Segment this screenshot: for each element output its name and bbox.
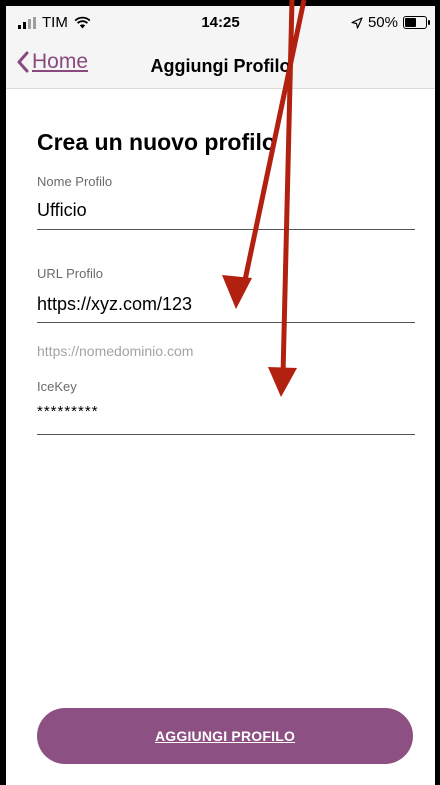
icekey-label: IceKey — [37, 379, 77, 394]
add-profile-button[interactable]: AGGIUNGI PROFILO — [37, 708, 413, 764]
profile-url-underline — [37, 322, 415, 323]
status-bar: TIM 14:25 50% — [6, 6, 435, 42]
form-area: Crea un nuovo profilo Nome Profilo Uffic… — [6, 89, 435, 785]
battery-percent: 50% — [367, 14, 398, 31]
nav-bar: Home Aggiungi Profilo — [6, 42, 435, 89]
profile-url-label: URL Profilo — [37, 266, 103, 281]
profile-url-field[interactable]: https://xyz.com/123 — [37, 294, 192, 315]
icekey-field[interactable]: ********* — [37, 403, 99, 420]
profile-name-field[interactable]: Ufficio — [37, 200, 87, 221]
icekey-underline — [37, 434, 415, 435]
page-title: Aggiungi Profilo — [150, 56, 291, 76]
status-right: 50% — [351, 14, 430, 31]
battery-icon — [403, 16, 430, 29]
location-icon — [351, 16, 363, 29]
profile-url-hint: https://nomedominio.com — [37, 343, 194, 359]
form-heading: Crea un nuovo profilo — [37, 129, 276, 155]
frame-right — [435, 0, 440, 785]
profile-name-underline — [37, 229, 415, 230]
profile-name-label: Nome Profilo — [37, 174, 113, 189]
